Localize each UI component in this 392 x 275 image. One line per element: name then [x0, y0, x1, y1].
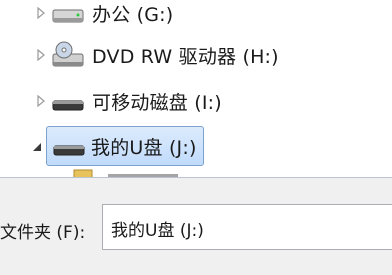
- folder-selection-bar: 文件夹 (F): 我的U盘 (J:): [0, 177, 392, 275]
- expand-arrow-icon[interactable]: [34, 6, 48, 20]
- folder-label: 文件夹 (F):: [0, 223, 86, 243]
- tree-item-label: 我的U盘 (J:): [91, 136, 197, 159]
- tree-item-label: 可移动磁盘 (I:): [92, 91, 222, 114]
- tree-item-drive-g[interactable]: 办公 (G:): [50, 0, 173, 31]
- tree-item-usb-j[interactable]: 我的U盘 (J:): [46, 126, 204, 166]
- drive-icon: [50, 0, 86, 28]
- usb-drive-icon: [51, 131, 87, 161]
- tree-item-label: DVD RW 驱动器 (H:): [92, 45, 279, 68]
- dvd-drive-icon: [50, 40, 86, 70]
- tree-item-removable-i[interactable]: 可移动磁盘 (I:): [50, 83, 222, 119]
- removable-drive-icon: [50, 86, 86, 116]
- collapse-arrow-icon[interactable]: [30, 140, 44, 154]
- tree-item-label: 办公 (G:): [92, 3, 174, 26]
- folder-input[interactable]: 我的U盘 (J:): [102, 204, 392, 250]
- tree-item-partial-child: [60, 165, 200, 177]
- expand-arrow-icon[interactable]: [34, 94, 48, 108]
- navigation-tree: 办公 (G:) DVD RW 驱动器 (H:) 可移动磁盘 (I:) 我的U盘 …: [0, 0, 392, 177]
- tree-item-dvd-h[interactable]: DVD RW 驱动器 (H:): [50, 37, 279, 73]
- expand-arrow-icon[interactable]: [34, 48, 48, 62]
